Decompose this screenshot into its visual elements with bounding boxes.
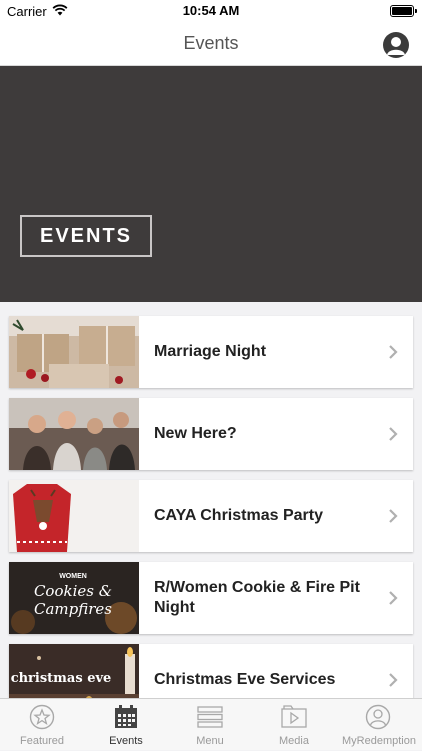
media-play-icon (281, 704, 307, 730)
event-card[interactable]: WOMEN Cookies & Campfires R/Women Cookie… (9, 562, 413, 634)
event-title: R/Women Cookie & Fire Pit Night (154, 562, 374, 634)
chevron-right-icon (385, 426, 401, 442)
battery-icon (390, 5, 414, 17)
tab-label: Featured (0, 735, 84, 747)
event-card[interactable]: CAYA Christmas Party (9, 480, 413, 552)
star-icon (29, 704, 55, 730)
event-title: CAYA Christmas Party (154, 480, 374, 552)
christmas-eve-candles-image: christmas eve (9, 644, 139, 698)
chevron-right-icon (385, 590, 401, 606)
status-bar: Carrier 10:54 AM (0, 0, 422, 24)
cookies-campfires-image: WOMEN Cookies & Campfires (9, 562, 139, 634)
event-title: Marriage Night (154, 316, 374, 388)
person-icon[interactable] (383, 32, 409, 58)
calendar-icon (113, 704, 139, 730)
events-list: Marriage Night New Here? (0, 302, 422, 698)
hero-badge: EVENTS (20, 215, 152, 257)
tab-label: Media (252, 735, 336, 747)
events-hero-banner: EVENTS (0, 66, 422, 302)
chevron-right-icon (385, 508, 401, 524)
tab-myredemption[interactable]: MyRedemption (336, 699, 422, 751)
chevron-right-icon (385, 672, 401, 688)
navigation-bar: Events (0, 24, 422, 66)
event-card[interactable]: christmas eve Christmas Eve Services (9, 644, 413, 698)
event-title: Christmas Eve Services (154, 644, 374, 698)
menu-icon (197, 704, 223, 730)
christmas-sweater-image (9, 480, 139, 552)
people-gathering-image (9, 398, 139, 470)
gift-boxes-image (9, 316, 139, 388)
event-title: New Here? (154, 398, 374, 470)
tab-menu[interactable]: Menu (168, 699, 252, 751)
tab-events[interactable]: Events (84, 699, 168, 751)
svg-text:WOMEN: WOMEN (59, 573, 87, 580)
clock: 10:54 AM (0, 3, 422, 18)
tab-featured[interactable]: Featured (0, 699, 84, 751)
event-card[interactable]: Marriage Night (9, 316, 413, 388)
user-circle-icon (365, 704, 391, 730)
svg-text:Cookies &: Cookies & (34, 582, 112, 600)
tab-label: Events (84, 735, 168, 747)
svg-text:christmas eve: christmas eve (11, 671, 112, 686)
chevron-right-icon (385, 344, 401, 360)
svg-text:Campfires: Campfires (34, 600, 112, 618)
tab-media[interactable]: Media (252, 699, 336, 751)
tab-label: Menu (168, 735, 252, 747)
tab-bar: Featured Events Menu Media (0, 698, 422, 750)
event-card[interactable]: New Here? (9, 398, 413, 470)
tab-label: MyRedemption (336, 735, 422, 747)
page-title: Events (0, 33, 422, 54)
